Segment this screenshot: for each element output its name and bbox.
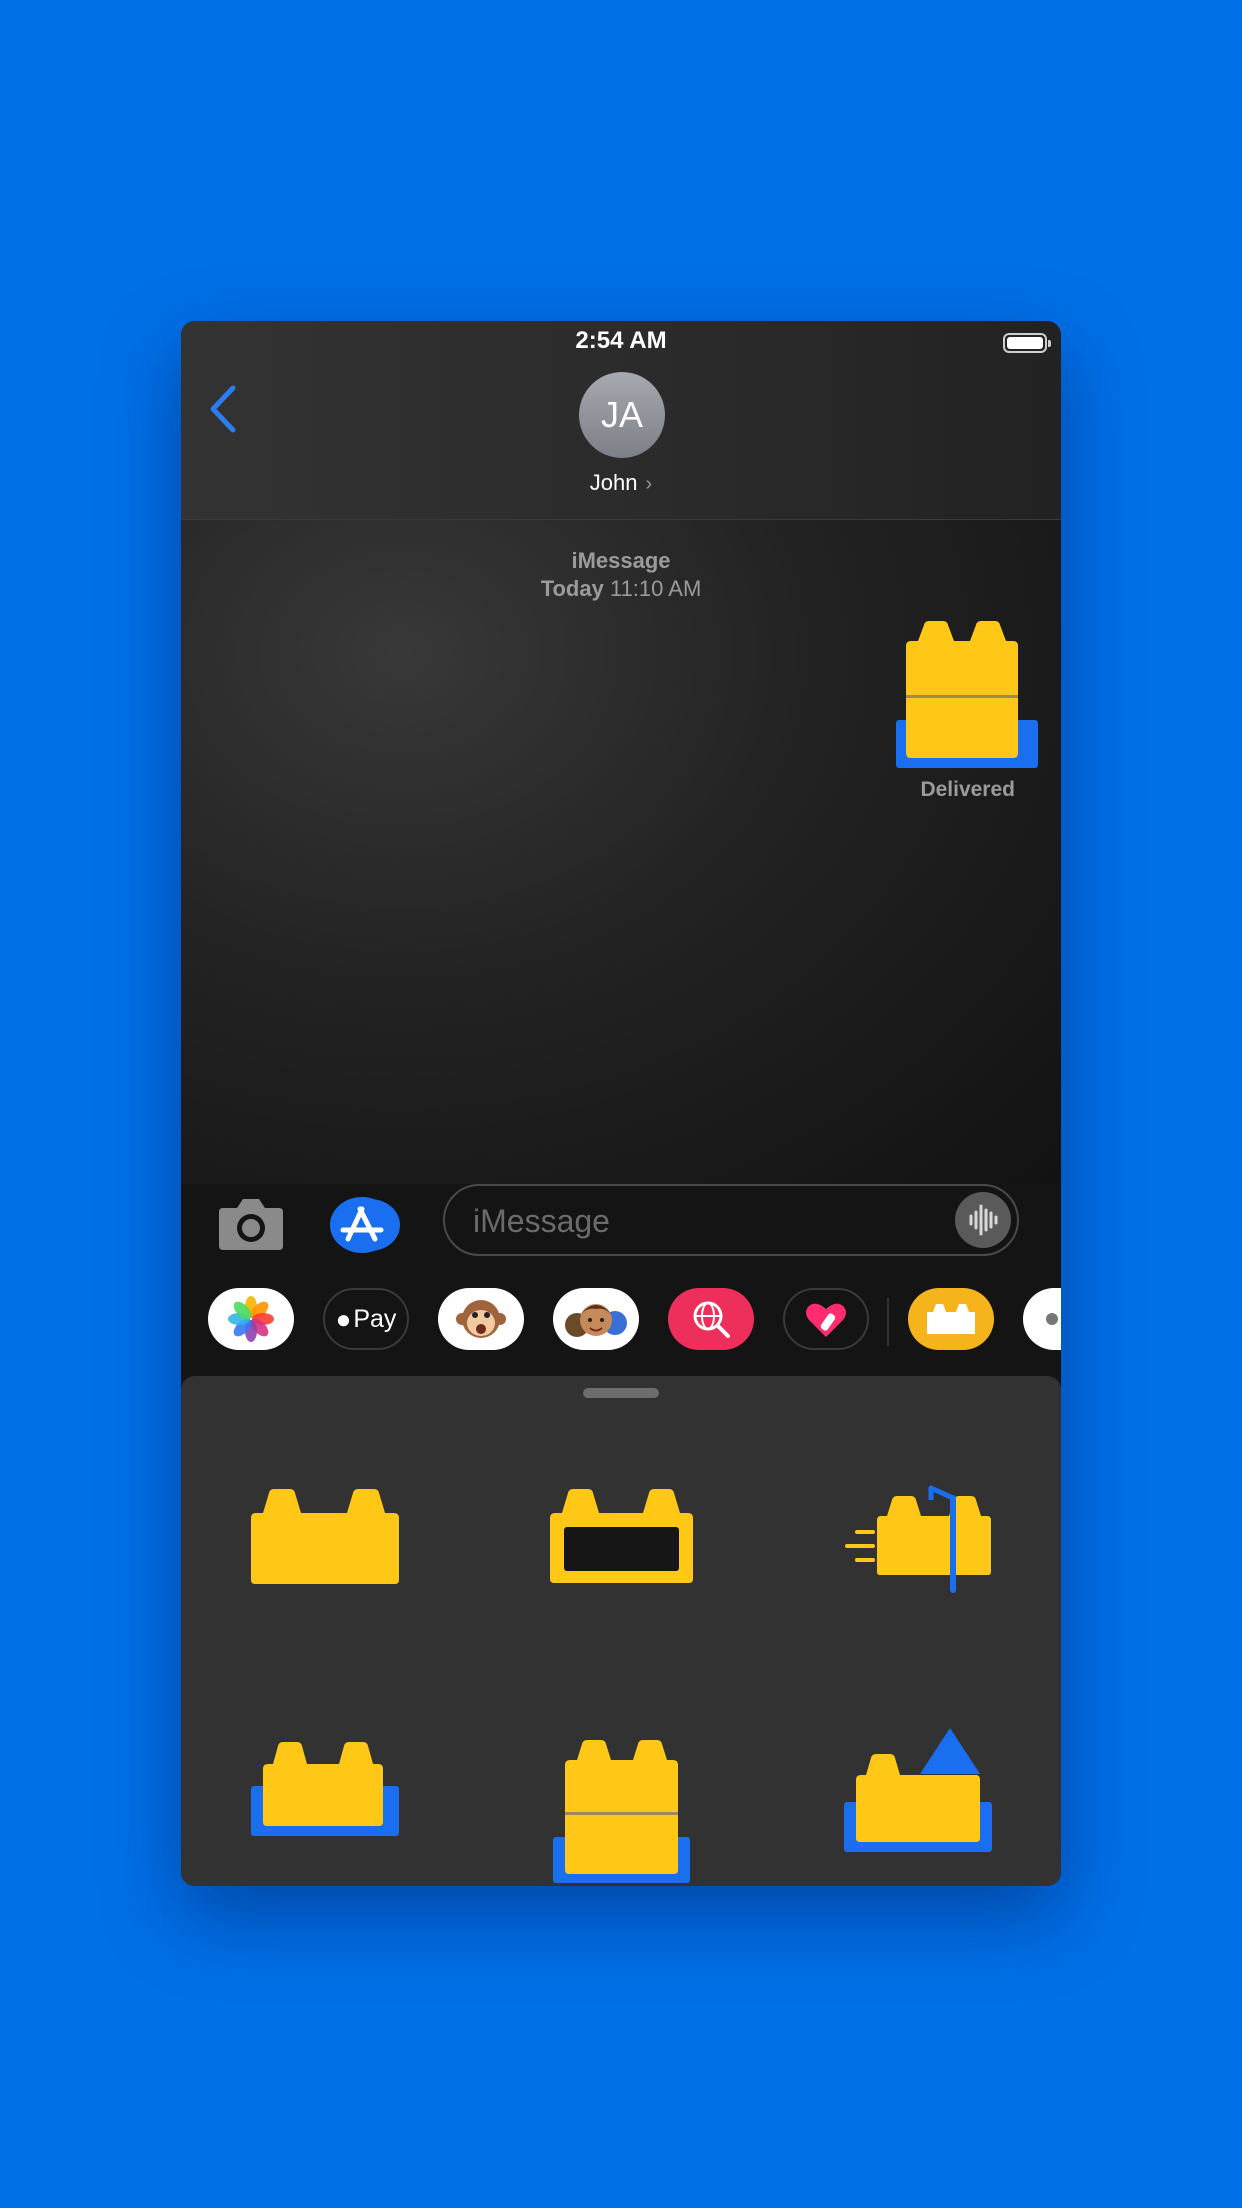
memoji-app-button[interactable] [553, 1288, 639, 1350]
camera-button[interactable] [217, 1196, 285, 1252]
sticker-brick-tall-tray[interactable] [553, 1740, 690, 1883]
heart-touch-icon [806, 1303, 846, 1337]
delivered-status: Delivered [920, 778, 1015, 801]
image-search-app-button[interactable] [668, 1288, 754, 1350]
compose-bar [181, 1184, 1061, 1272]
conversation-area: iMessage Today 11:10 AM Delivered [181, 520, 1061, 1184]
avatar[interactable]: JA [579, 372, 665, 458]
chevron-right-icon: › [645, 473, 653, 495]
audio-message-button[interactable] [955, 1192, 1011, 1248]
message-input[interactable] [471, 1198, 935, 1244]
apple-pay-label: Pay [353, 1304, 397, 1333]
globe-search-icon [693, 1301, 730, 1338]
drawer-divider [887, 1298, 889, 1346]
sticker-brick-triangle-tray[interactable] [844, 1728, 992, 1852]
more-icon [1046, 1313, 1058, 1325]
battery-icon [1003, 333, 1051, 353]
photos-app-button[interactable] [208, 1288, 294, 1350]
brick-stickers-app-button[interactable] [908, 1288, 994, 1350]
sticker-brick-flag[interactable] [843, 1484, 993, 1594]
chevron-left-icon [210, 385, 236, 433]
service-label: iMessage [571, 548, 671, 573]
message-timestamp: Today 11:10 AM [181, 576, 1061, 602]
apple-logo-icon: ● [335, 1303, 352, 1334]
memoji-icon [565, 1304, 627, 1337]
sent-brick-sticker[interactable] [896, 621, 1038, 769]
message-field[interactable] [443, 1184, 1019, 1256]
camera-icon [219, 1199, 283, 1250]
navigation-bar: 2:54 AM JA John › [181, 321, 1061, 520]
sticker-brick[interactable] [251, 1489, 399, 1584]
apple-pay-app-button[interactable]: ● Pay [323, 1288, 409, 1350]
timestamp-day: Today [540, 576, 604, 601]
more-apps-button[interactable] [1023, 1288, 1061, 1350]
animoji-app-button[interactable] [438, 1288, 524, 1350]
app-store-button[interactable] [330, 1197, 394, 1253]
digital-touch-app-button[interactable] [783, 1288, 869, 1350]
photos-icon [228, 1296, 274, 1342]
brick-icon [927, 1304, 975, 1334]
contact-name: John [589, 470, 638, 495]
contact-name-button[interactable]: John › [181, 470, 1061, 496]
monkey-icon [456, 1300, 506, 1338]
status-time: 2:54 AM [575, 327, 667, 354]
timestamp-time: 11:10 AM [609, 576, 702, 601]
sticker-brick-window[interactable] [550, 1489, 693, 1583]
sticker-brick-tray[interactable] [251, 1740, 399, 1836]
back-button[interactable] [203, 383, 243, 435]
app-drawer: ● Pay [181, 1272, 1061, 1375]
waveform-icon [969, 1204, 998, 1236]
phone-screen: 2:54 AM JA John › iMessage Today 11:10 AM… [181, 321, 1061, 1886]
sticker-panel [181, 1376, 1061, 1886]
app-store-icon [340, 1206, 384, 1242]
panel-grabber[interactable] [583, 1388, 659, 1398]
